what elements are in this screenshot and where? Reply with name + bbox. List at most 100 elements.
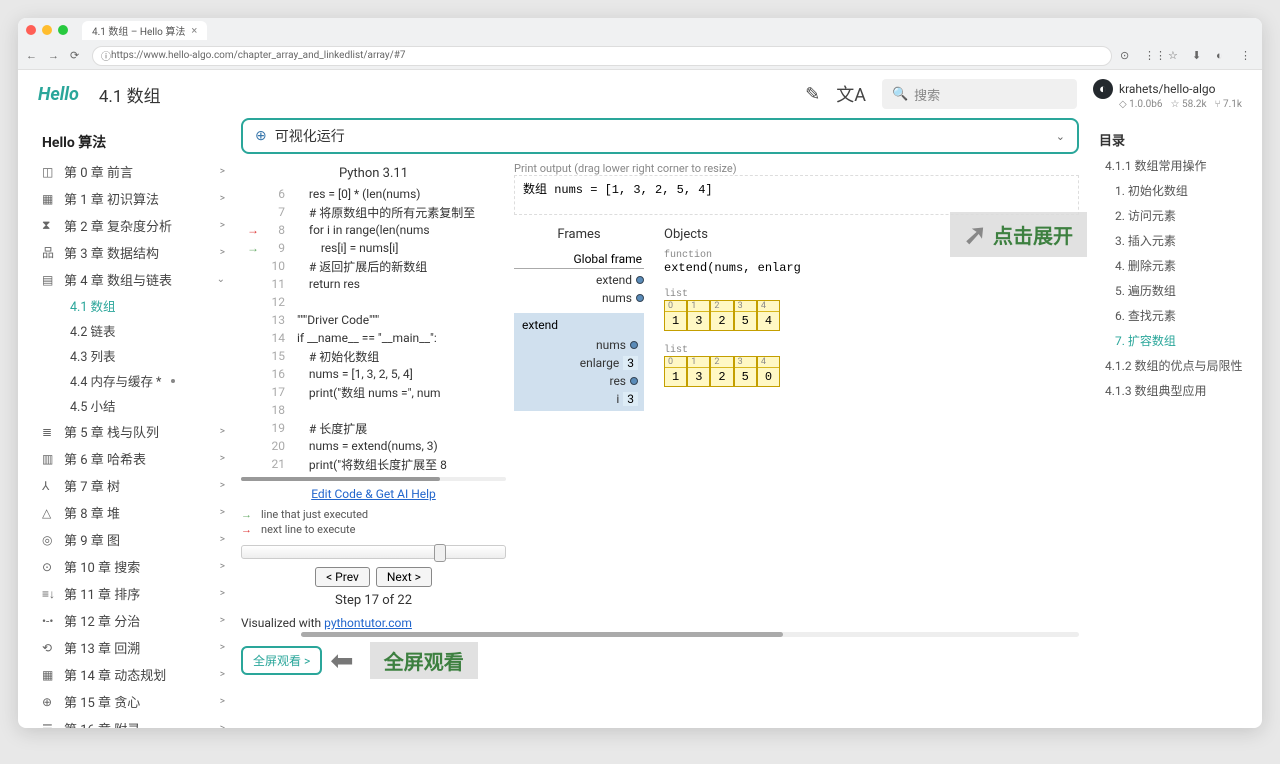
content-h-scrollbar[interactable]	[301, 632, 1079, 637]
sidebar-item[interactable]: 品第 3 章 数据结构>	[34, 239, 233, 266]
chapter-icon: ▦	[42, 668, 58, 682]
browser-tab-bar: 4.1 数组 – Hello 算法 ×	[18, 18, 1262, 42]
sidebar-item[interactable]: ▦第 14 章 动态规划>	[34, 661, 233, 688]
fullscreen-button[interactable]: 全屏观看 >	[241, 646, 322, 675]
sidebar-item[interactable]: ⊙第 10 章 搜索>	[34, 553, 233, 580]
toc-subitem[interactable]: 5. 遍历数组	[1099, 278, 1250, 303]
chevron-icon: >	[220, 588, 225, 599]
lock-icon: ⓘ	[101, 48, 111, 63]
search-input[interactable]: 🔍 搜索	[882, 79, 1077, 109]
sidebar-item[interactable]: △第 8 章 堆>	[34, 499, 233, 526]
toc-item[interactable]: 4.1.2 数组的优点与局限性	[1099, 353, 1250, 378]
sidebar-item[interactable]: ≣第 5 章 栈与队列>	[34, 418, 233, 445]
chapter-icon: ⊕	[42, 695, 58, 709]
github-version: ◇ 1.0.0b6	[1119, 99, 1163, 110]
toc-subitem[interactable]: 6. 查找元素	[1099, 303, 1250, 328]
chevron-icon: >	[220, 669, 225, 680]
sidebar-item[interactable]: ⟲第 13 章 回溯>	[34, 634, 233, 661]
code-h-scrollbar[interactable]	[241, 477, 506, 481]
list-cell: 35	[734, 300, 757, 331]
code-line: 21 print("将数组长度扩展至 8	[241, 455, 506, 473]
sidebar-item[interactable]: ▤第 4 章 数组与链表⌄	[34, 266, 233, 293]
sidebar-item[interactable]: ▦第 1 章 初识算法>	[34, 185, 233, 212]
pointer-icon	[630, 341, 638, 349]
next-button[interactable]: Next >	[376, 567, 432, 587]
chevron-icon: >	[220, 723, 225, 728]
bookmark-icon[interactable]: ☆	[1168, 49, 1182, 63]
chapter-icon: ◎	[42, 533, 58, 547]
executed-line-arrow-icon: →	[241, 241, 265, 255]
sidebar-item[interactable]: ⅄第 7 章 树>	[34, 472, 233, 499]
sidebar-item[interactable]: ▥第 6 章 哈希表>	[34, 445, 233, 472]
sidebar-subitem[interactable]: 4.1 数组	[62, 293, 233, 318]
browser-toolbar: ← → ⟳ ⓘ https://www.hello-algo.com/chapt…	[18, 42, 1262, 70]
theme-icon[interactable]: ✎	[805, 84, 820, 105]
extensions-icon[interactable]: ⋮⋮	[1144, 49, 1158, 63]
step-slider[interactable]	[241, 545, 506, 559]
list-label: list	[664, 345, 1079, 356]
menu-icon[interactable]: ⋮	[1240, 49, 1254, 63]
edit-code-link[interactable]: Edit Code & Get AI Help	[241, 481, 506, 507]
chevron-icon: >	[220, 166, 225, 177]
toc-subitem[interactable]: 4. 删除元素	[1099, 253, 1250, 278]
toc-subitem[interactable]: 1. 初始化数组	[1099, 178, 1250, 203]
address-bar[interactable]: ⓘ https://www.hello-algo.com/chapter_arr…	[92, 46, 1112, 66]
toc-subitem[interactable]: 3. 插入元素	[1099, 228, 1250, 253]
chevron-icon: >	[220, 507, 225, 518]
toc-item[interactable]: 4.1.1 数组常用操作	[1099, 153, 1250, 178]
pointer-icon	[630, 377, 638, 385]
sidebar-item[interactable]: ◫第 0 章 前言>	[34, 158, 233, 185]
download-icon[interactable]: ⬇	[1192, 49, 1206, 63]
annotation-expand: ➚ 点击展开	[950, 212, 1087, 257]
chevron-icon: >	[220, 561, 225, 572]
chevron-icon: >	[220, 453, 225, 464]
viz-accordion-header[interactable]: ⊕ 可视化运行 ⌄	[241, 118, 1079, 154]
frames-header: Frames	[514, 227, 644, 242]
pythontutor-link[interactable]: pythontutor.com	[324, 616, 412, 630]
sidebar-item[interactable]: ≡↓第 11 章 排序>	[34, 580, 233, 607]
dot-icon	[171, 379, 175, 383]
search-icon[interactable]: ⊙	[1120, 49, 1134, 63]
sidebar-item[interactable]: ⧗第 2 章 复杂度分析>	[34, 212, 233, 239]
code-line: 7 # 将原数组中的所有元素复制至	[241, 203, 506, 221]
logo[interactable]: Hello	[38, 84, 79, 105]
reload-icon[interactable]: ⟳	[70, 49, 84, 63]
forward-icon[interactable]: →	[48, 49, 62, 63]
chapter-icon: ▥	[42, 452, 58, 466]
code-line: 11 return res	[241, 275, 506, 293]
chapter-icon: ⅄	[42, 479, 58, 493]
toc-subitem[interactable]: 7. 扩容数组	[1099, 328, 1250, 353]
sidebar-subitem[interactable]: 4.4 内存与缓存 *	[62, 368, 233, 393]
profile-icon[interactable]: ◐	[1216, 49, 1230, 63]
sidebar-item[interactable]: ⊕第 15 章 贪心>	[34, 688, 233, 715]
pointer-icon	[636, 276, 644, 284]
list-cell: 22	[710, 300, 733, 331]
back-icon[interactable]: ←	[26, 49, 40, 63]
sidebar-subitem[interactable]: 4.3 列表	[62, 343, 233, 368]
close-window[interactable]	[26, 25, 36, 35]
chapter-icon: ⟲	[42, 641, 58, 655]
sidebar-subitem[interactable]: 4.5 小结	[62, 393, 233, 418]
list-cell: 13	[687, 300, 710, 331]
toc-item[interactable]: 4.1.3 数组典型应用	[1099, 378, 1250, 403]
code-line: 14if __name__ == "__main__":	[241, 329, 506, 347]
chapter-icon: ▦	[42, 192, 58, 206]
print-output: 数组 nums = [1, 3, 2, 5, 4]	[514, 175, 1079, 215]
chevron-icon: >	[220, 696, 225, 707]
browser-tab[interactable]: 4.1 数组 – Hello 算法 ×	[82, 21, 207, 40]
code-line: 16 nums = [1, 3, 2, 5, 4]	[241, 365, 506, 383]
close-tab-icon[interactable]: ×	[191, 24, 197, 37]
sidebar-subitem[interactable]: 4.2 链表	[62, 318, 233, 343]
language-icon[interactable]: 文A	[836, 81, 866, 107]
chapter-icon: 品	[42, 244, 58, 261]
sidebar-item[interactable]: •-•第 12 章 分治>	[34, 607, 233, 634]
prev-button[interactable]: < Prev	[315, 567, 370, 587]
maximize-window[interactable]	[58, 25, 68, 35]
github-link[interactable]: ◐ krahets/hello-algo ◇ 1.0.0b6 ☆ 58.2k ⑂…	[1093, 79, 1242, 110]
toc-subitem[interactable]: 2. 访问元素	[1099, 203, 1250, 228]
minimize-window[interactable]	[42, 25, 52, 35]
sidebar-item[interactable]: ☰第 16 章 附录>	[34, 715, 233, 728]
step-counter: Step 17 of 22	[241, 593, 506, 608]
sidebar-item[interactable]: ◎第 9 章 图>	[34, 526, 233, 553]
arrow-left-icon: ⬅	[330, 644, 353, 677]
